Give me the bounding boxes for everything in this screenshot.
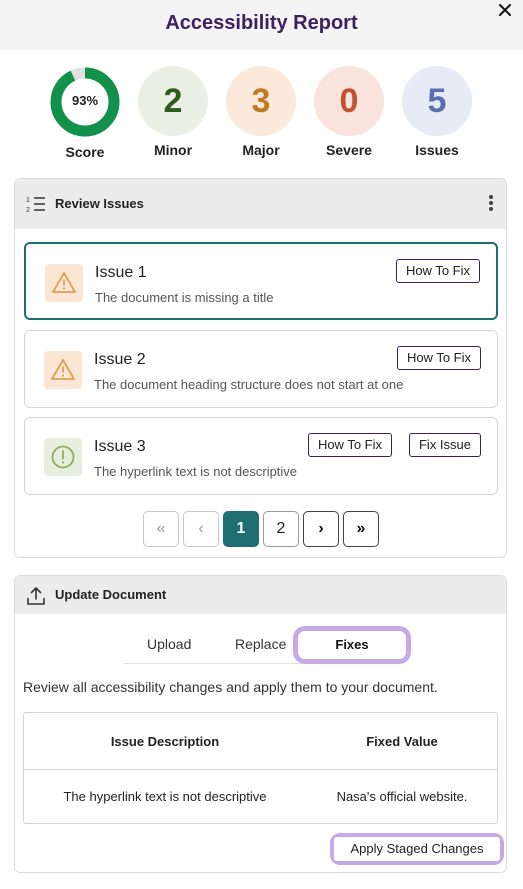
tab-upload[interactable]: Upload (147, 636, 191, 652)
page-2-button[interactable]: 2 (263, 511, 299, 547)
issue-card-2[interactable]: Issue 2 The document heading structure d… (24, 330, 498, 408)
warning-icon (44, 351, 82, 389)
fixes-help-text: Review all accessibility changes and app… (23, 679, 438, 695)
update-document-panel: Update Document Upload Replace Fixes Rev… (14, 575, 507, 873)
major-label: Major (242, 142, 280, 158)
tab-fixes-label: Fixes (298, 631, 406, 659)
fixes-table: Issue Description Fixed Value The hyperl… (23, 712, 498, 824)
how-to-fix-button[interactable]: How To Fix (307, 433, 392, 457)
issues-count: 5 (402, 66, 472, 136)
minor-label: Minor (153, 142, 193, 158)
tabs-divider (123, 663, 303, 664)
issue-description: The document is missing a title (95, 290, 274, 305)
issue-title: Issue 3 (94, 438, 146, 455)
issues-stat: 5 Issues (401, 66, 473, 158)
warning-icon (45, 264, 83, 302)
score-value: 93% (71, 93, 99, 108)
info-icon (44, 438, 82, 476)
review-issues-header: 1 2 Review Issues (15, 179, 506, 229)
review-issues-panel: 1 2 Review Issues Issue 1 The document i… (14, 178, 507, 558)
update-document-title: Update Document (55, 587, 167, 602)
tab-fixes[interactable]: Fixes (293, 626, 411, 664)
column-header-issue-description: Issue Description (110, 734, 220, 749)
minor-stat: 2 Minor (137, 66, 209, 158)
update-document-header: Update Document (15, 576, 506, 614)
next-page-button[interactable]: › (303, 511, 339, 547)
more-options-icon[interactable] (488, 195, 494, 213)
issue-title: Issue 2 (94, 351, 146, 368)
major-count: 3 (226, 66, 296, 136)
page-1-button[interactable]: 1 (223, 511, 259, 547)
score-ring: 93% (49, 66, 121, 138)
page-title: Accessibility Report (165, 12, 358, 34)
update-tabs: Upload Replace Fixes (123, 626, 411, 664)
score-label: Score (65, 144, 105, 160)
how-to-fix-button[interactable]: How To Fix (396, 346, 481, 370)
fix-issue-button[interactable]: Fix Issue (408, 433, 481, 457)
major-stat: 3 Major (225, 66, 297, 158)
svg-text:1: 1 (26, 197, 30, 204)
numbered-list-icon: 1 2 (26, 194, 46, 219)
tab-replace[interactable]: Replace (235, 636, 286, 652)
severe-count: 0 (314, 66, 384, 136)
apply-staged-changes-label: Apply Staged Changes (334, 837, 500, 861)
prev-page-button[interactable]: ‹ (183, 511, 219, 547)
first-page-button[interactable]: « (143, 511, 179, 547)
score-stat: 93% Score (49, 66, 121, 160)
issue-card-1[interactable]: Issue 1 The document is missing a title … (24, 242, 498, 320)
issue-title: Issue 1 (95, 264, 147, 281)
how-to-fix-button[interactable]: How To Fix (395, 259, 480, 283)
upload-icon (26, 586, 46, 611)
review-issues-title: Review Issues (55, 196, 144, 211)
svg-text:2: 2 (26, 207, 30, 214)
table-cell-fixed-value: Nasa's official website. (336, 789, 468, 804)
issue-description: The document heading structure does not … (94, 377, 404, 392)
severe-stat: 0 Severe (313, 66, 385, 158)
report-header: Accessibility Report (0, 0, 523, 50)
apply-staged-changes-button[interactable]: Apply Staged Changes (330, 833, 504, 865)
column-header-fixed-value: Fixed Value (366, 734, 438, 749)
issues-label: Issues (415, 142, 459, 158)
severe-label: Severe (326, 142, 372, 158)
issue-card-3[interactable]: Issue 3 The hyperlink text is not descri… (24, 417, 498, 495)
last-page-button[interactable]: » (343, 511, 379, 547)
stats-row: 93% Score 2 Minor 3 Major 0 Severe 5 Iss… (0, 66, 523, 162)
minor-count: 2 (138, 66, 208, 136)
close-icon[interactable] (497, 2, 513, 18)
issue-description: The hyperlink text is not descriptive (94, 464, 298, 479)
table-cell-issue-description: The hyperlink text is not descriptive (63, 789, 267, 804)
